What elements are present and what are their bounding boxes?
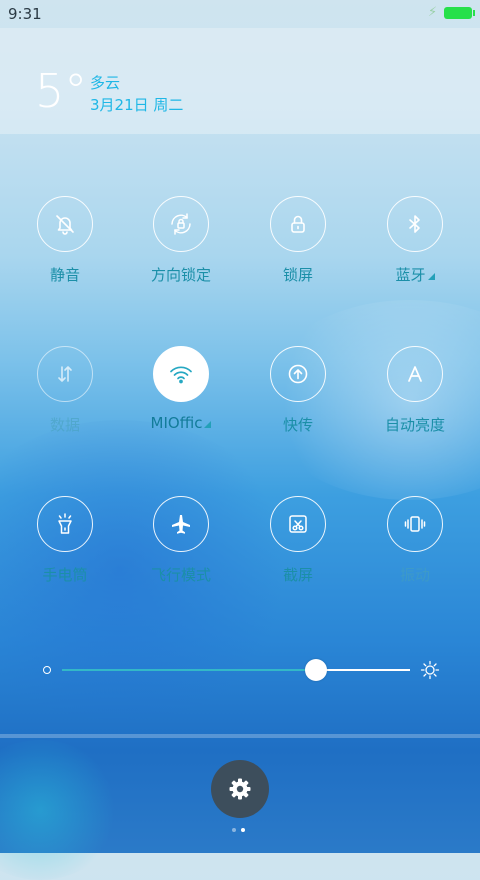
auto-brightness-icon: [387, 346, 443, 402]
toggle-lock-screen[interactable]: 锁屏: [243, 196, 353, 296]
battery-icon: [444, 7, 475, 19]
weather-widget[interactable]: 5° 多云 3月21日 周二: [0, 28, 480, 134]
status-bar: 9:31 ⚡: [0, 0, 480, 28]
wifi-icon: [153, 346, 209, 402]
toggle-quick-share[interactable]: 快传: [243, 346, 353, 446]
data-arrows-icon: [37, 346, 93, 402]
toggle-airplane-mode[interactable]: 飞行模式: [126, 496, 236, 596]
brightness-fill: [62, 669, 317, 671]
lock-icon: [270, 196, 326, 252]
toggle-auto-brightness[interactable]: 自动亮度: [360, 346, 470, 446]
bell-off-icon: [37, 196, 93, 252]
vibrate-icon: [387, 496, 443, 552]
page-dot: [241, 828, 245, 832]
brightness-slider[interactable]: [40, 654, 440, 686]
airplane-icon: [153, 496, 209, 552]
temperature: 5°: [35, 64, 88, 118]
weather-condition: 多云: [90, 74, 121, 92]
gear-icon: [229, 778, 251, 800]
submenu-arrow-icon: [204, 421, 212, 428]
charging-icon: ⚡: [428, 5, 438, 20]
settings-button[interactable]: [211, 760, 269, 818]
brightness-track[interactable]: [62, 669, 410, 671]
toggle-flashlight[interactable]: 手电筒: [10, 496, 120, 596]
toggle-screenshot[interactable]: 截屏: [243, 496, 353, 596]
share-upload-icon: [270, 346, 326, 402]
bluetooth-icon: [387, 196, 443, 252]
date-label: 3月21日 周二: [90, 96, 184, 114]
toggle-mobile-data[interactable]: 数据: [10, 346, 120, 446]
brightness-low-icon: [43, 666, 51, 674]
brightness-high-icon: [420, 660, 440, 680]
brightness-thumb[interactable]: [305, 659, 328, 681]
page-dot: [232, 828, 236, 832]
page-indicator: [232, 828, 248, 832]
toggle-bluetooth[interactable]: 蓝牙: [360, 196, 470, 296]
toggle-vibrate[interactable]: 振动: [360, 496, 470, 596]
toggle-rotation-lock[interactable]: 方向锁定: [126, 196, 236, 296]
rotation-lock-icon: [153, 196, 209, 252]
toggle-wifi[interactable]: MIOffic: [126, 346, 236, 446]
submenu-arrow-icon: [427, 273, 435, 280]
dock-divider: [0, 734, 480, 738]
screenshot-icon: [270, 496, 326, 552]
clock: 9:31: [8, 5, 42, 23]
flashlight-icon: [37, 496, 93, 552]
toggle-mute[interactable]: 静音: [10, 196, 120, 296]
